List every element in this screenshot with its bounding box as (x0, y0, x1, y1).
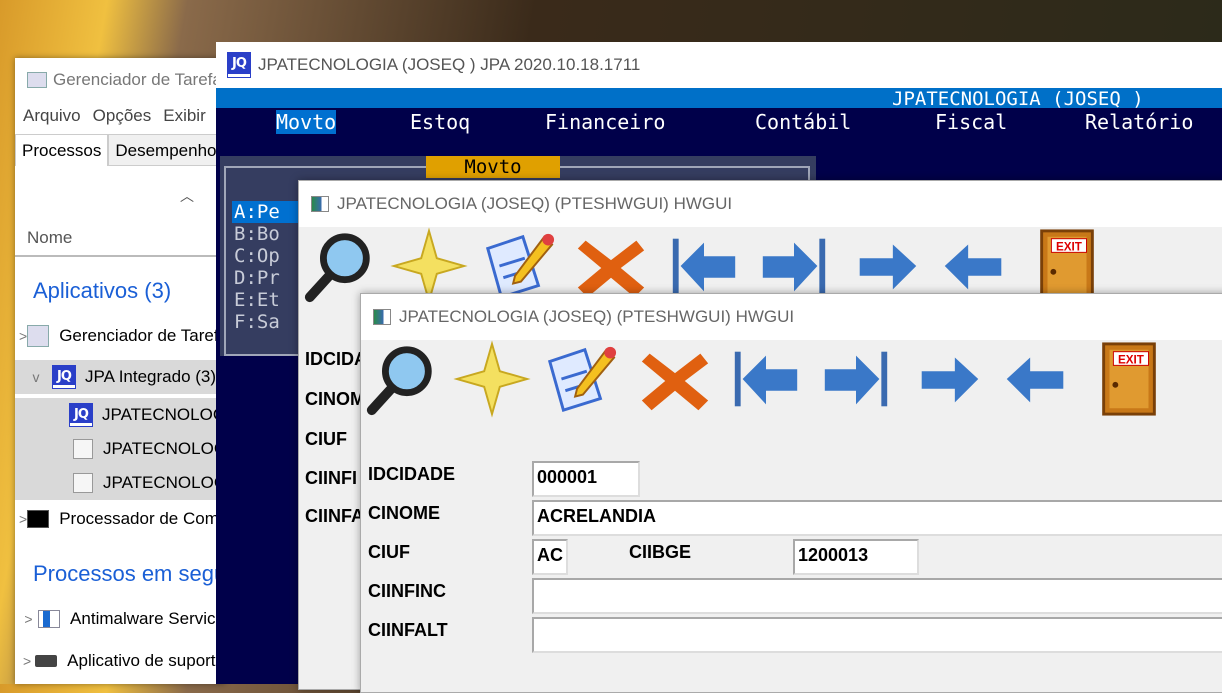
ciuf-field[interactable]: AC (532, 539, 568, 575)
task-manager-icon (27, 325, 50, 347)
process-child-row[interactable]: JPATECNOLOGIA (15, 466, 225, 500)
cinome-label: CINOME (368, 503, 440, 523)
header-divider (15, 255, 225, 257)
field-label: CIUF (305, 429, 347, 449)
hwgui-front-toolbar: EXIT (361, 340, 1222, 418)
next-icon (921, 357, 979, 403)
main-banner: JPATECNOLOGIA (JOSEQ ) (216, 88, 1222, 110)
tab-processos[interactable]: Processos (15, 134, 109, 166)
idcidade-label: IDCIDADE (368, 464, 456, 484)
command-prompt-icon (27, 510, 50, 528)
menu-fiscal[interactable]: Fiscal (935, 110, 1007, 134)
next-button[interactable] (909, 340, 989, 418)
window-icon (373, 309, 391, 325)
process-row-print[interactable]: > Aplicativo de suporte (15, 644, 225, 678)
process-row-antimalware[interactable]: > Antimalware Service (15, 602, 225, 636)
jq-app-icon: JQ (52, 365, 76, 389)
main-title-bar: JQ JPATECNOLOGIA (JOSEQ ) JPA 2020.10.18.… (216, 42, 1222, 88)
menu-opcoes[interactable]: Opções (93, 106, 152, 125)
search-icon (366, 346, 432, 416)
tab-desempenho[interactable]: Desempenho (108, 134, 224, 166)
delete-button[interactable] (635, 340, 715, 418)
hwgui-back-title-bar: JPATECNOLOGIA (JOSEQ) (PTESHWGUI) HWGUI (299, 181, 1222, 227)
menu-movto[interactable]: Movto (276, 110, 337, 134)
hwgui-window-front: JPATECNOLOGIA (JOSEQ) (PTESHWGUI) HWGUI … (360, 293, 1222, 693)
chevron-right-icon[interactable]: > (19, 511, 27, 527)
field-label: IDCIDA (305, 349, 367, 369)
ciinfinc-label: CIINFINC (368, 581, 446, 601)
jq-app-icon: JQ (69, 403, 93, 427)
field-label: CIINFI (305, 468, 357, 488)
last-record-button[interactable] (816, 340, 896, 418)
sort-caret-icon[interactable]: ︿ (180, 186, 194, 206)
previous-icon (1006, 357, 1064, 403)
menu-estoq[interactable]: Estoq (410, 110, 470, 134)
exit-door-icon: EXIT (1102, 342, 1156, 416)
ciibge-label: CIIBGE (629, 542, 692, 562)
menu-contabil[interactable]: Contábil (755, 110, 851, 134)
chevron-right-icon[interactable]: > (19, 611, 38, 627)
ciibge-field[interactable]: 1200013 (793, 539, 919, 575)
previous-button[interactable] (996, 340, 1076, 418)
jq-app-icon: JQ (227, 52, 251, 78)
menu-financeiro[interactable]: Financeiro (545, 110, 665, 134)
edit-icon (547, 346, 617, 413)
new-star-button[interactable] (452, 340, 532, 418)
hwgui-front-title-bar: JPATECNOLOGIA (JOSEQ) (PTESHWGUI) HWGUI (361, 294, 1222, 340)
first-record-button[interactable] (726, 340, 806, 418)
new-star-icon (453, 340, 531, 418)
cinome-field[interactable]: ACRELANDIA (532, 500, 1222, 536)
edit-button[interactable] (539, 340, 619, 418)
search-button[interactable] (361, 340, 441, 418)
task-manager-icon (27, 72, 47, 88)
task-manager-window: Gerenciador de Tarefas Arquivo Opções Exib… (15, 58, 225, 684)
svg-text:EXIT: EXIT (1056, 240, 1083, 253)
task-manager-menubar: Arquivo Opções Exibir (23, 106, 218, 126)
process-row-cmd[interactable]: >Processador de Comandos (15, 502, 225, 536)
group-background: Processos em segundo plano (33, 561, 225, 586)
idcidade-field[interactable]: 000001 (532, 461, 640, 497)
chevron-right-icon[interactable]: > (19, 653, 35, 669)
menu-relatorio[interactable]: Relatório (1085, 110, 1193, 134)
task-manager-tabs: Processos Desempenho (15, 134, 225, 166)
column-header-name[interactable]: Nome (27, 228, 72, 248)
service-icon (38, 610, 61, 628)
process-row-taskmgr[interactable]: > Gerenciador de Tarefas (15, 319, 225, 353)
ciinfalt-label: CIINFALT (368, 620, 448, 640)
chevron-right-icon[interactable]: > (19, 328, 27, 344)
delete-icon (641, 353, 709, 411)
printer-icon (35, 655, 58, 667)
main-menubar: Movto Estoq Financeiro Contábil Fiscal R… (216, 108, 1222, 148)
field-label: CINOM (305, 389, 365, 409)
process-child-row[interactable]: JQJPATECNOLOGIA (15, 398, 225, 432)
window-icon (311, 196, 329, 212)
submenu-title: Movto (426, 156, 560, 178)
first-record-icon (734, 351, 798, 407)
field-label: CIINFA (305, 506, 365, 526)
menu-exibir[interactable]: Exibir (163, 106, 206, 125)
ciuf-label: CIUF (368, 542, 410, 562)
ciinfinc-field[interactable] (532, 578, 1222, 614)
last-record-icon (824, 351, 888, 407)
menu-arquivo[interactable]: Arquivo (23, 106, 81, 125)
group-apps: Aplicativos (3) (33, 278, 172, 303)
process-child-row[interactable]: JPATECNOLOGIA (15, 432, 225, 466)
window-icon (73, 439, 93, 459)
exit-door-button[interactable]: EXIT (1089, 340, 1169, 418)
window-icon (73, 473, 93, 493)
svg-text:EXIT: EXIT (1118, 353, 1145, 366)
chevron-down-icon[interactable]: v (19, 369, 53, 385)
process-row-jpa[interactable]: v JQ JPA Integrado (3) (15, 360, 225, 394)
task-manager-title: Gerenciador de Tarefas (27, 70, 225, 90)
ciinfalt-field[interactable] (532, 617, 1222, 653)
